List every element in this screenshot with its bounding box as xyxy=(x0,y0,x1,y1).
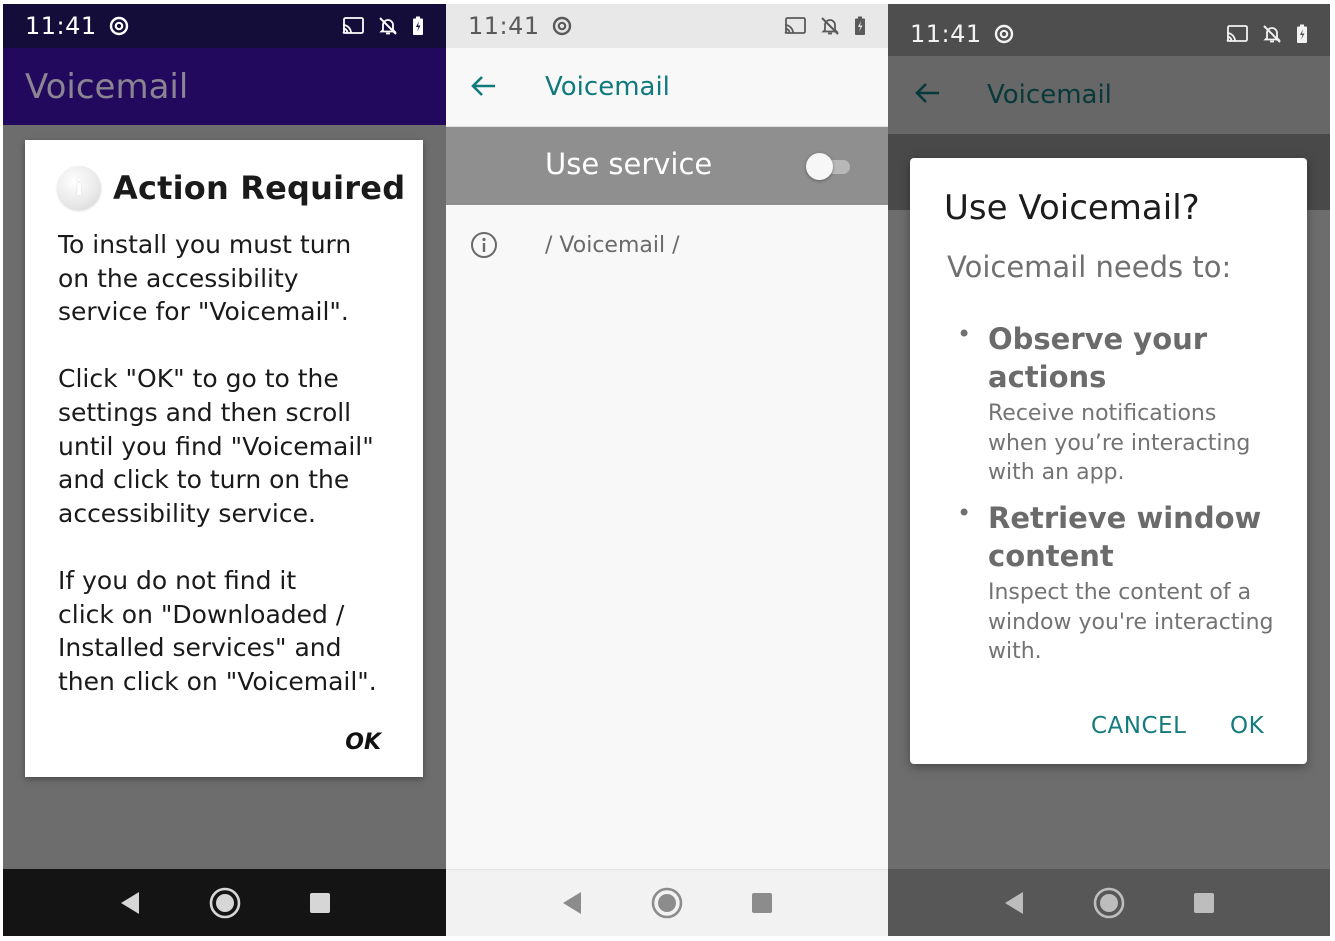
bullet-icon: • xyxy=(957,320,972,348)
status-time: 11:41 xyxy=(468,12,540,40)
info-outline-icon xyxy=(471,232,497,258)
dialog-paragraph-install: To install you must turn on the accessib… xyxy=(58,230,352,327)
cast-icon xyxy=(342,17,364,34)
cancel-button[interactable]: CANCEL xyxy=(1091,713,1186,739)
dialog-title: Use Voicemail? xyxy=(944,188,1200,228)
back-nav-icon[interactable] xyxy=(1003,891,1025,915)
screen-action-required: 11:41 Voicemail i Action Required To ins… xyxy=(3,4,446,936)
use-service-toggle[interactable] xyxy=(806,152,850,180)
app-title: Voicemail xyxy=(25,67,189,107)
navigation-bar xyxy=(446,869,888,936)
settings-title: Voicemail xyxy=(545,72,670,102)
app-bar: Voicemail xyxy=(3,48,446,125)
battery-icon xyxy=(413,16,423,35)
settings-title: Voicemail xyxy=(987,80,1112,110)
home-nav-icon[interactable] xyxy=(209,887,241,919)
home-nav-icon[interactable] xyxy=(651,887,683,919)
bullet-icon: • xyxy=(957,499,972,527)
dialog-title: Action Required xyxy=(113,169,406,207)
back-nav-icon[interactable] xyxy=(561,891,583,915)
notifications-off-icon xyxy=(1263,25,1281,43)
cast-icon xyxy=(784,17,806,34)
status-bar: 11:41 xyxy=(446,4,888,48)
dialog-paragraph-instructions: Click "OK" to go to the settings and the… xyxy=(58,364,374,528)
info-icon: i xyxy=(57,166,101,210)
back-nav-icon[interactable] xyxy=(119,891,141,915)
back-arrow-icon[interactable] xyxy=(470,75,496,97)
status-bar: 11:41 xyxy=(888,12,1330,56)
recents-nav-icon[interactable] xyxy=(1193,892,1215,914)
status-time: 11:41 xyxy=(910,20,982,48)
status-time: 11:41 xyxy=(25,12,97,40)
screen-use-voicemail-permission: 11:41 Voicemail Use Voicemail? Voicemail… xyxy=(888,4,1330,936)
navigation-bar xyxy=(888,869,1330,936)
settings-toolbar: Voicemail xyxy=(888,56,1330,134)
service-path-text: / Voicemail / xyxy=(545,233,680,258)
permission-title: Retrieve window content xyxy=(988,501,1262,573)
recents-nav-icon[interactable] xyxy=(751,892,773,914)
ok-button[interactable]: OK xyxy=(1230,713,1264,739)
battery-icon xyxy=(1297,24,1307,43)
dnd-icon xyxy=(994,24,1013,44)
ok-button[interactable]: OK xyxy=(345,730,381,755)
use-service-label: Use service xyxy=(545,147,713,181)
permission-retrieve-window-content: • Retrieve window content Inspect the co… xyxy=(957,499,1288,667)
permission-title: Observe your actions xyxy=(988,322,1208,394)
use-voicemail-dialog: Use Voicemail? Voicemail needs to: • Obs… xyxy=(910,158,1307,764)
action-required-dialog: i Action Required To install you must tu… xyxy=(25,140,423,777)
service-info-row: / Voicemail / xyxy=(446,205,888,285)
status-bar: 11:41 xyxy=(3,4,446,48)
dnd-icon xyxy=(109,16,128,36)
home-nav-icon[interactable] xyxy=(1093,887,1125,919)
screen-accessibility-settings: 11:41 Voicemail Use service / Voicemail … xyxy=(446,4,888,936)
back-arrow-icon[interactable] xyxy=(914,82,940,104)
permission-observe-actions: • Observe your actions Receive notificat… xyxy=(957,320,1288,488)
dialog-header: i Action Required xyxy=(57,166,405,210)
settings-content-area xyxy=(446,285,888,869)
cast-icon xyxy=(1226,25,1248,42)
dialog-message: To install you must turn on the accessib… xyxy=(58,228,398,732)
navigation-bar xyxy=(3,869,446,936)
notifications-off-icon xyxy=(379,17,397,35)
dialog-subtitle: Voicemail needs to: xyxy=(947,250,1232,284)
use-service-row[interactable]: Use service xyxy=(446,127,888,205)
battery-icon xyxy=(855,16,865,35)
dnd-icon xyxy=(552,16,571,36)
toggle-thumb xyxy=(806,153,833,180)
permission-description: Receive notifications when you’re intera… xyxy=(988,401,1251,485)
recents-nav-icon[interactable] xyxy=(309,892,331,914)
status-bar-top-strip xyxy=(888,4,1330,12)
settings-toolbar: Voicemail xyxy=(446,48,888,127)
dialog-paragraph-fallback: If you do not find it click on "Download… xyxy=(58,565,377,696)
permission-description: Inspect the content of a window you're i… xyxy=(988,580,1274,664)
notifications-off-icon xyxy=(821,17,839,35)
